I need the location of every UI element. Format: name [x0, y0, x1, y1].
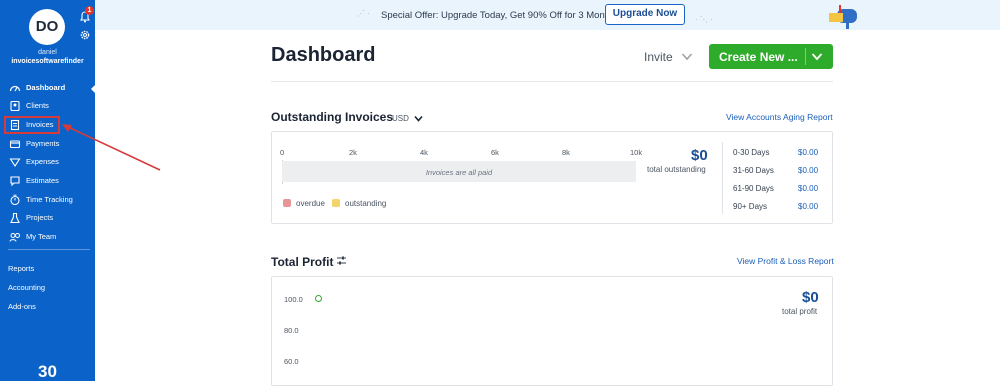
- sidebar-item-label: Estimates: [26, 176, 59, 185]
- chevron-down-icon[interactable]: [811, 52, 823, 61]
- outstanding-invoices-title: Outstanding Invoices: [271, 110, 394, 124]
- confetti-icon: ⋰ ·: [357, 9, 370, 18]
- confetti-icon: · ⋱ ·: [695, 15, 713, 24]
- time-tracking-icon: [10, 194, 20, 205]
- sidebar-item-label: Expenses: [26, 157, 59, 166]
- aging-bucket-label: 61-90 Days: [733, 184, 774, 193]
- aging-bucket-label: 31-60 Days: [733, 166, 774, 175]
- sidebar-item-clients[interactable]: Clients: [0, 97, 95, 114]
- y-axis-tick-label: 60.0: [284, 357, 299, 366]
- clients-icon: [10, 100, 20, 111]
- aging-bucket-label: 90+ Days: [733, 202, 768, 211]
- aging-bucket-value[interactable]: $0.00: [798, 184, 818, 193]
- outstanding-legend-swatch: [332, 199, 340, 207]
- expenses-icon: [9, 157, 21, 167]
- sidebar-item-label: Dashboard: [26, 83, 66, 92]
- axis-tick-label: 8k: [562, 148, 570, 157]
- sidebar-item-reports[interactable]: Reports: [8, 264, 34, 273]
- axis-tick-label: 0: [280, 148, 285, 157]
- aging-divider: [722, 142, 723, 214]
- axis-tick-label: 6k: [491, 148, 499, 157]
- mailbox-icon: [829, 5, 857, 29]
- y-axis-tick-label: 100.0: [284, 295, 303, 304]
- sidebar-item-dashboard[interactable]: Dashboard: [0, 79, 95, 96]
- sidebar-item-time-tracking[interactable]: Time Tracking: [0, 191, 95, 208]
- total-outstanding-amount: $0: [691, 147, 708, 164]
- banner-text: Special Offer: Upgrade Today, Get 90% Of…: [381, 10, 621, 21]
- sidebar-item-accounting[interactable]: Accounting: [8, 283, 45, 292]
- aging-bucket-value[interactable]: $0.00: [798, 202, 818, 211]
- sidebar-item-label: Time Tracking: [26, 195, 73, 204]
- chevron-down-icon[interactable]: [681, 52, 693, 61]
- create-new-label: Create New ...: [719, 50, 798, 64]
- trial-days-count: 30: [38, 362, 57, 381]
- estimates-icon: [10, 175, 20, 186]
- sidebar-item-label: Projects: [26, 213, 54, 222]
- header-divider: [271, 81, 833, 82]
- sidebar-item-label: Payments: [26, 139, 60, 148]
- axis-tick-label: 4k: [420, 148, 428, 157]
- accounts-aging-report-link[interactable]: View Accounts Aging Report: [726, 112, 833, 122]
- team-icon: [9, 232, 20, 242]
- annotation-arrow: [62, 124, 161, 171]
- create-new-button[interactable]: Create New ...: [709, 44, 833, 69]
- avatar[interactable]: DO: [29, 9, 65, 45]
- aging-bucket-value[interactable]: $0.00: [798, 148, 818, 157]
- sidebar-item-add-ons[interactable]: Add-ons: [8, 302, 36, 311]
- total-profit-title: Total Profit: [271, 255, 334, 269]
- outstanding-legend-label: outstanding: [345, 199, 387, 208]
- total-profit-label: total profit: [782, 307, 818, 316]
- axis-tick-label: 2k: [349, 148, 357, 157]
- total-profit-amount: $0: [802, 289, 819, 306]
- business-name[interactable]: invoicesoftwarefinder: [0, 58, 95, 65]
- total-profit-card: [271, 276, 833, 386]
- y-axis-tick-label: 80.0: [284, 326, 299, 335]
- sidebar-item-label: Clients: [26, 101, 49, 110]
- invite-button[interactable]: Invite: [644, 50, 673, 64]
- gear-icon[interactable]: [79, 29, 91, 41]
- projects-icon: [10, 212, 20, 223]
- overdue-legend-label: overdue: [296, 199, 325, 208]
- active-caret: [91, 85, 95, 93]
- aging-bucket-label: 0-30 Days: [733, 148, 770, 157]
- sidebar-item-label: My Team: [26, 232, 57, 241]
- annotation-highlight: [4, 116, 60, 134]
- sidebar-item-my-team[interactable]: My Team: [0, 228, 95, 245]
- button-divider: [805, 48, 806, 65]
- dashboard-icon: [9, 85, 21, 91]
- payments-icon: [9, 139, 21, 148]
- total-outstanding-label: total outstanding: [647, 165, 706, 174]
- sidebar-divider: [8, 249, 90, 250]
- page-title: Dashboard: [271, 44, 376, 66]
- invoice-status-text: Invoices are all paid: [425, 168, 493, 177]
- notification-badge: 1: [85, 6, 94, 15]
- upgrade-now-button[interactable]: Upgrade Now: [605, 4, 685, 25]
- aging-bucket-value[interactable]: $0.00: [798, 166, 818, 175]
- profit-loss-report-link[interactable]: View Profit & Loss Report: [737, 256, 834, 266]
- user-name: daniel: [38, 49, 57, 56]
- sidebar: DO 1 daniel invoicesoftwarefinder Dashbo…: [0, 0, 95, 381]
- profit-data-point: [315, 295, 322, 302]
- axis-tick-label: 10k: [630, 148, 643, 157]
- sidebar-item-estimates[interactable]: Estimates: [0, 172, 95, 189]
- currency-select[interactable]: USD: [392, 114, 409, 123]
- sidebar-item-projects[interactable]: Projects: [0, 209, 95, 226]
- sliders-icon[interactable]: [336, 255, 347, 266]
- overdue-legend-swatch: [283, 199, 291, 207]
- chevron-down-icon[interactable]: [414, 115, 423, 122]
